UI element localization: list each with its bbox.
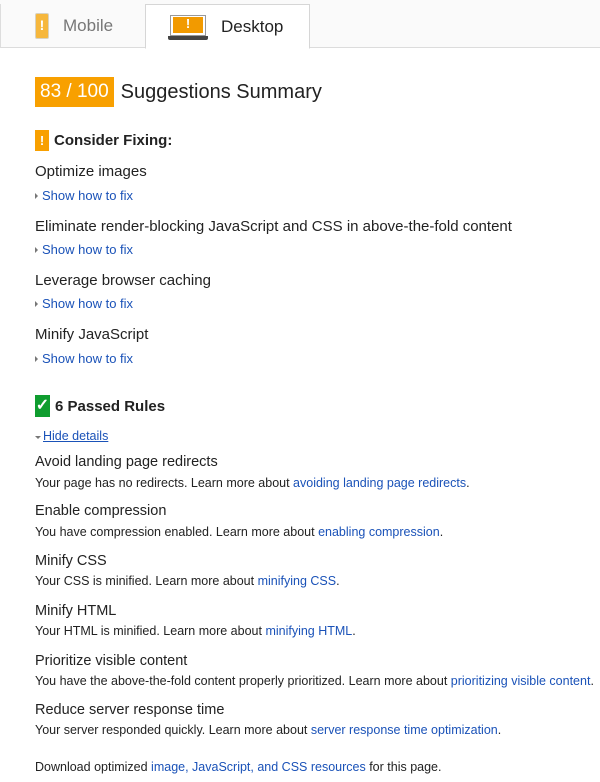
link-text: Show how to fix: [42, 188, 134, 203]
collapse-arrow-icon: [35, 435, 41, 439]
expand-arrow-icon: [35, 192, 38, 199]
link-text: Show how to fix: [42, 351, 134, 366]
passed-rule-desc: You have the above-the-fold content prop…: [35, 674, 594, 688]
learn-more-link[interactable]: minifying HTML: [265, 624, 352, 638]
passed-rules-heading: ✓ 6 Passed Rules: [35, 395, 165, 417]
passed-rule-title: Reduce server response time: [35, 702, 225, 718]
consider-fixing-heading: ! Consider Fixing:: [35, 130, 172, 151]
download-resources-note: Download optimized image, JavaScript, an…: [35, 760, 441, 774]
expand-arrow-icon: [35, 300, 38, 307]
passed-rule-desc: Your HTML is minified. Learn more about …: [35, 624, 356, 638]
show-how-to-fix-link[interactable]: Show how to fix: [35, 351, 133, 366]
link-text: Show how to fix: [42, 242, 134, 257]
rule-title: Leverage browser caching: [35, 272, 211, 289]
show-how-to-fix-link[interactable]: Show how to fix: [35, 296, 133, 311]
warning-icon: !: [35, 130, 49, 151]
footer-prefix: Download optimized: [35, 760, 152, 774]
passed-rule-desc: Your server responded quickly. Learn mor…: [35, 723, 501, 737]
passed-rule-desc: Your page has no redirects. Learn more a…: [35, 476, 470, 490]
desc-text: You have the above-the-fold content prop…: [35, 674, 451, 688]
page-title: Suggestions Summary: [120, 80, 322, 103]
desc-text: Your server responded quickly. Learn mor…: [35, 723, 311, 737]
desc-text: Your page has no redirects. Learn more a…: [35, 476, 294, 490]
device-tabs: Mobile Desktop: [0, 0, 600, 49]
passed-rules-label: 6 Passed Rules: [55, 397, 166, 415]
tab-mobile[interactable]: Mobile: [0, 4, 145, 48]
tab-desktop-label: Desktop: [221, 16, 284, 36]
desc-text: Your HTML is minified. Learn more about: [35, 624, 266, 638]
link-text: Show how to fix: [42, 296, 134, 311]
passed-rule-title: Enable compression: [35, 503, 167, 519]
footer-suffix: for this page.: [365, 760, 442, 774]
mobile-phone-warning-icon: [35, 13, 49, 39]
desc-text: Your CSS is minified. Learn more about: [35, 574, 258, 588]
download-resources-link[interactable]: image, JavaScript, and CSS resources: [151, 760, 366, 774]
rule-title: Eliminate render-blocking JavaScript and…: [35, 218, 512, 235]
rule-title: Optimize images: [35, 163, 147, 180]
score-header: 83 / 100 Suggestions Summary: [35, 77, 322, 107]
learn-more-link[interactable]: enabling compression: [318, 525, 440, 539]
passed-rule-desc: You have compression enabled. Learn more…: [35, 525, 443, 539]
desc-text: You have compression enabled. Learn more…: [35, 525, 319, 539]
laptop-warning-icon: [168, 14, 208, 40]
tab-mobile-label: Mobile: [63, 16, 114, 35]
tab-desktop[interactable]: Desktop: [145, 4, 310, 49]
passed-rule-title: Prioritize visible content: [35, 653, 188, 669]
passed-rule-title: Minify CSS: [35, 553, 107, 569]
desc-suffix: .: [590, 674, 594, 688]
passed-rule-title: Avoid landing page redirects: [35, 454, 218, 470]
score-badge: 83 / 100: [35, 77, 114, 107]
desc-suffix: .: [497, 723, 502, 737]
hide-details-link[interactable]: Hide details: [35, 429, 108, 443]
desc-suffix: .: [439, 525, 444, 539]
passed-rule-title: Minify HTML: [35, 603, 117, 619]
learn-more-link[interactable]: prioritizing visible content: [451, 674, 591, 688]
learn-more-link[interactable]: avoiding landing page redirects: [293, 476, 466, 490]
desc-suffix: .: [466, 476, 470, 490]
learn-more-link[interactable]: minifying CSS: [258, 574, 337, 588]
show-how-to-fix-link[interactable]: Show how to fix: [35, 242, 133, 257]
learn-more-link[interactable]: server response time optimization: [311, 723, 498, 737]
passed-rule-desc: Your CSS is minified. Learn more about m…: [35, 574, 340, 588]
link-text: Hide details: [43, 429, 109, 443]
rule-title: Minify JavaScript: [35, 326, 149, 343]
desc-suffix: .: [352, 624, 356, 638]
expand-arrow-icon: [35, 355, 38, 362]
expand-arrow-icon: [35, 246, 38, 253]
checkmark-icon: ✓: [35, 395, 50, 417]
desc-suffix: .: [336, 574, 340, 588]
show-how-to-fix-link[interactable]: Show how to fix: [35, 188, 133, 203]
consider-fixing-label: Consider Fixing:: [54, 132, 173, 149]
